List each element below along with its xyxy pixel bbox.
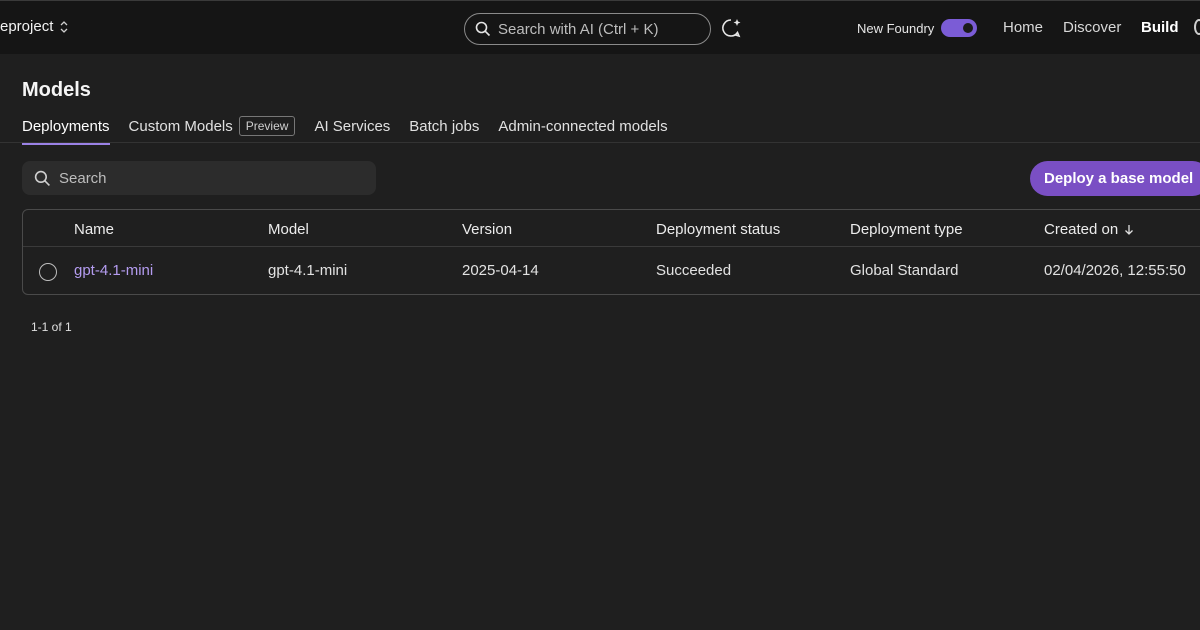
new-foundry-toggle[interactable] [941, 19, 977, 37]
row-select-radio[interactable] [39, 263, 57, 281]
project-name: eproject [0, 18, 54, 35]
tab-label: Deployments [22, 117, 110, 135]
deploy-base-model-button[interactable]: Deploy a base model [1030, 161, 1200, 196]
tabs-divider [0, 142, 1200, 143]
tab-admin-connected-models[interactable]: Admin-connected models [498, 118, 667, 141]
ai-search-placeholder: Search with AI (Ctrl + K) [498, 20, 659, 38]
table-header: Name Model Version Deployment status Dep… [23, 210, 1200, 247]
column-header-deployment-status[interactable]: Deployment status [656, 221, 780, 238]
search-icon [475, 21, 491, 37]
table-row[interactable]: gpt-4.1-mini gpt-4.1-mini 2025-04-14 Suc… [23, 247, 1200, 295]
nav-home[interactable]: Home [1003, 19, 1043, 36]
column-header-version[interactable]: Version [462, 221, 512, 238]
deployment-name-link[interactable]: gpt-4.1-mini [74, 262, 153, 279]
help-icon[interactable] [1194, 19, 1200, 35]
nav-build[interactable]: Build [1141, 19, 1179, 36]
preview-badge: Preview [238, 116, 296, 136]
tab-batch-jobs[interactable]: Batch jobs [409, 118, 479, 141]
deployments-table: Name Model Version Deployment status Dep… [22, 209, 1200, 295]
pagination-text: 1-1 of 1 [31, 320, 72, 334]
column-header-created-on[interactable]: Created on [1044, 221, 1134, 238]
cell-version: 2025-04-14 [462, 262, 539, 279]
search-placeholder: Search [59, 169, 107, 187]
project-selector[interactable]: eproject [0, 18, 69, 35]
tab-bar: Deployments Custom Models Preview AI Serv… [22, 116, 687, 145]
column-header-model[interactable]: Model [268, 221, 309, 238]
tab-custom-models[interactable]: Custom Models Preview [129, 116, 296, 142]
tab-label: Admin-connected models [498, 117, 668, 135]
column-header-created-on-label: Created on [1044, 221, 1119, 238]
search-input[interactable]: Search [22, 161, 376, 195]
copilot-chat-icon[interactable] [720, 17, 742, 39]
page-title: Models [22, 79, 91, 101]
search-icon [34, 170, 50, 186]
tab-deployments[interactable]: Deployments [22, 117, 110, 145]
arrow-down-icon [1125, 225, 1134, 235]
nav-discover[interactable]: Discover [1063, 19, 1121, 36]
toggle-knob [963, 23, 973, 33]
column-header-name[interactable]: Name [74, 221, 114, 238]
cell-status: Succeeded [656, 262, 732, 279]
new-foundry-label: New Foundry [857, 21, 935, 36]
tab-label: Custom Models [128, 118, 233, 135]
cell-model: gpt-4.1-mini [268, 262, 348, 279]
chevron-up-down-icon [60, 20, 68, 33]
top-bar: eproject Search with AI (Ctrl + K) New F… [0, 0, 1200, 54]
ai-search-input[interactable]: Search with AI (Ctrl + K) [464, 13, 711, 45]
cell-deployment-type: Global Standard [850, 262, 959, 279]
tab-label: AI Services [314, 117, 391, 135]
column-header-deployment-type[interactable]: Deployment type [850, 221, 963, 238]
tab-label: Batch jobs [409, 117, 480, 135]
cell-created-on: 02/04/2026, 12:55:50 [1044, 262, 1186, 279]
tab-ai-services[interactable]: AI Services [314, 118, 390, 141]
